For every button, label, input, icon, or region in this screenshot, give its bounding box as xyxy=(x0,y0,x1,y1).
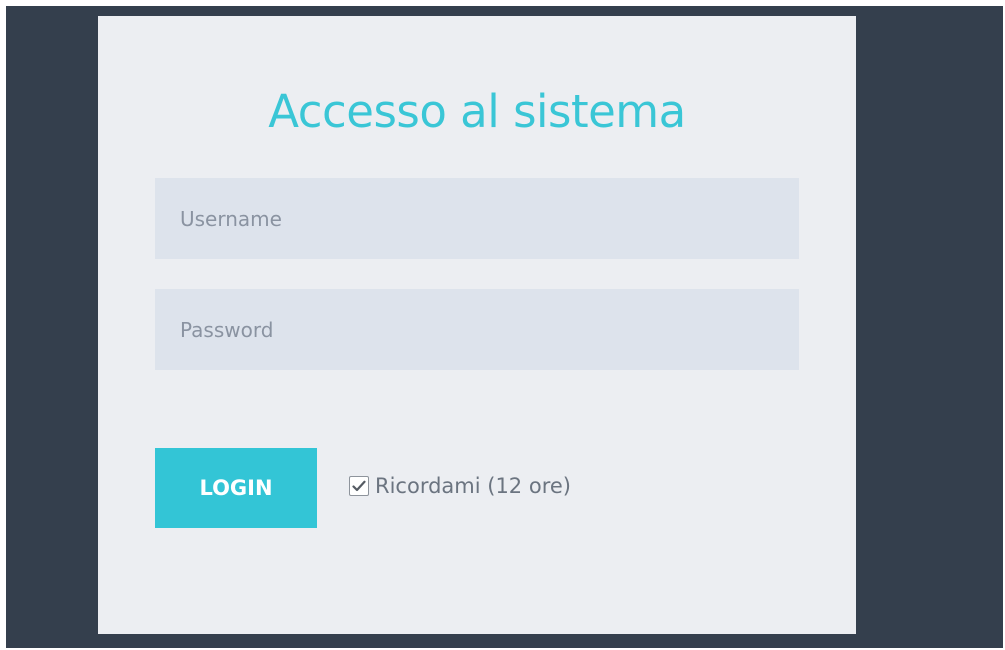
password-field[interactable] xyxy=(155,289,799,370)
remember-me-checkbox[interactable] xyxy=(349,476,369,496)
checkmark-icon xyxy=(352,480,366,492)
page-background: Accesso al sistema LOGIN Ricordami (12 o… xyxy=(6,6,1003,648)
page-title: Accesso al sistema xyxy=(268,85,686,138)
login-panel: Accesso al sistema LOGIN Ricordami (12 o… xyxy=(98,16,856,634)
remember-me-option[interactable]: Ricordami (12 ore) xyxy=(349,472,571,500)
username-field[interactable] xyxy=(155,178,799,259)
remember-me-label: Ricordami (12 ore) xyxy=(375,474,571,498)
login-button[interactable]: LOGIN xyxy=(155,448,317,528)
